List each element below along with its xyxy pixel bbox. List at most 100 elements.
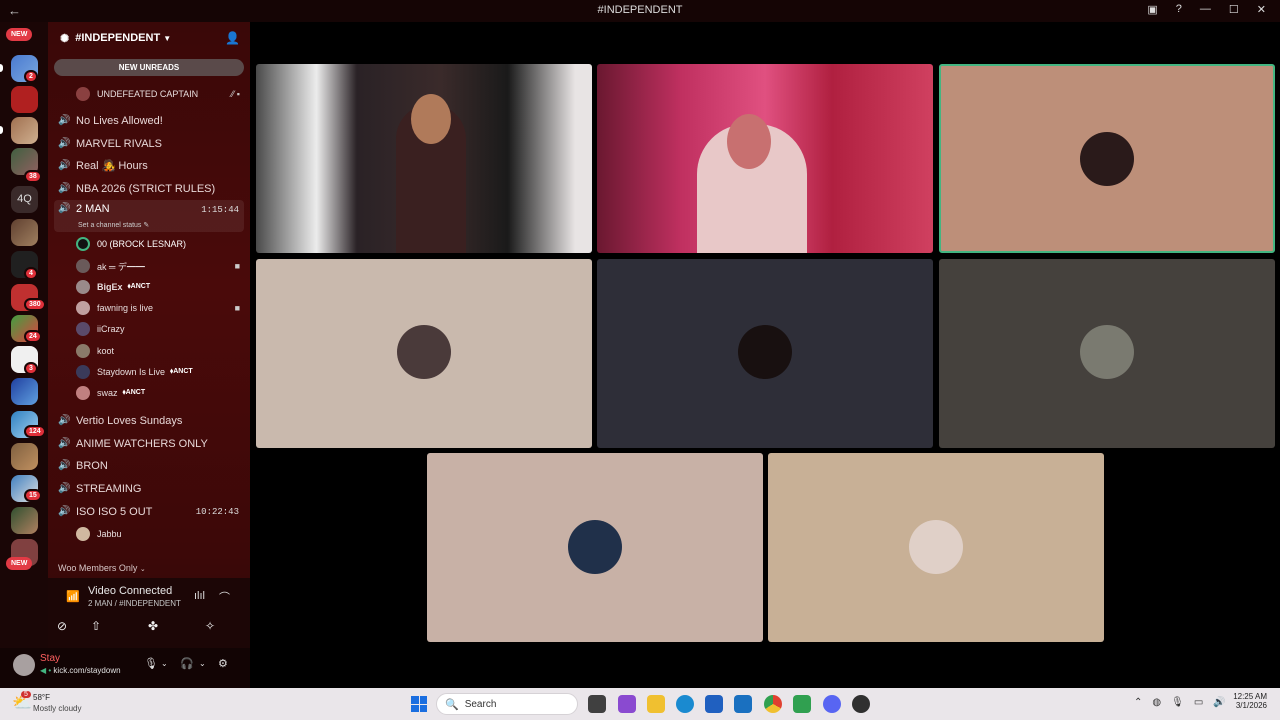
clock[interactable]: 12:25 AM 3/1/2026 (1227, 692, 1267, 710)
voice-channel[interactable]: 🔊 ANIME WATCHERS ONLY (54, 433, 244, 454)
app-icon[interactable] (618, 695, 636, 713)
server-icon[interactable] (11, 219, 38, 246)
video-feed-face (411, 94, 451, 144)
microphone-icon[interactable]: 🎙 (1171, 697, 1184, 708)
voice-user[interactable]: 00 (BROCK LESNAR) (76, 234, 244, 254)
headphones-icon[interactable]: 🎧 (180, 657, 194, 670)
help-icon[interactable]: ? (1176, 3, 1182, 16)
voice-user[interactable]: Staydown Is Live ⬧ANCT (76, 362, 244, 382)
voice-user[interactable]: Jabbu (76, 524, 244, 544)
voice-channel[interactable]: 🔊 Real 🧑‍🎤 Hours (54, 155, 244, 176)
video-tile[interactable] (256, 259, 592, 448)
soundboard-icon: ✧ (204, 619, 216, 633)
connection-signal-icon[interactable]: 📶 (66, 590, 80, 603)
search-placeholder: Search (464, 698, 497, 710)
voice-user[interactable]: ak ═ デ━━ ■ (76, 256, 244, 276)
settings-gear-icon[interactable]: ⚙ (218, 657, 228, 670)
security-icon[interactable]: ◍ (1152, 697, 1161, 708)
voice-user[interactable]: iiCrazy (76, 319, 244, 339)
screen-share-icon[interactable]: ▣ (1147, 3, 1157, 16)
server-icon[interactable] (11, 443, 38, 470)
activities-button[interactable]: ✤ (131, 616, 175, 636)
server-header[interactable]: ✺ #INDEPENDENT ▼ 👤 (48, 22, 250, 54)
voice-channel[interactable]: 🔊 BRON (54, 455, 244, 476)
minimize-button[interactable]: — (1200, 3, 1211, 16)
app-icon[interactable] (852, 695, 870, 713)
voice-channel[interactable]: 🔊 NBA 2026 (STRICT RULES) (54, 178, 244, 199)
display-icon[interactable]: ▭ (1194, 697, 1203, 708)
channel-name: BRON (76, 459, 108, 472)
maximize-button[interactable]: ☐ (1229, 3, 1239, 16)
avatar (76, 322, 90, 336)
discord-icon[interactable] (823, 695, 841, 713)
windows-taskbar: ⛅ 5 58°F Mostly cloudy 🔍 Search ⌃ ◍ 🎙 ▭ 🔊… (0, 688, 1280, 720)
voice-user[interactable]: swaz ⬧ANCT (76, 383, 244, 403)
voice-channel[interactable]: 🔊 ISO ISO 5 OUT 10:22:43 (54, 501, 244, 522)
video-tile[interactable] (427, 453, 763, 642)
avatar[interactable] (13, 654, 35, 676)
chevron-down-icon[interactable]: ⌄ (199, 659, 206, 668)
voice-user[interactable]: koot (76, 341, 244, 361)
user-name: Jabbu (97, 529, 122, 539)
voice-location[interactable]: 2 MAN / #INDEPENDENT (88, 599, 181, 608)
video-tile[interactable] (597, 64, 933, 253)
soundboard-button[interactable]: ✧ (188, 616, 232, 636)
voice-user[interactable]: BigEx ⬧ANCT (76, 277, 244, 297)
video-tile-speaking[interactable] (939, 64, 1275, 253)
volume-icon[interactable]: 🔊 (1213, 697, 1225, 708)
avatar (1080, 325, 1134, 379)
close-button[interactable]: ✕ (1257, 3, 1266, 16)
outlook-icon[interactable] (734, 695, 752, 713)
chevron-down-icon[interactable]: ⌄ (161, 659, 168, 668)
user-name: UNDEFEATED CAPTAIN (97, 89, 199, 99)
task-view-icon[interactable] (588, 695, 606, 713)
screen-share-button[interactable]: ⇧ (74, 616, 118, 636)
edge-browser-icon[interactable] (676, 695, 694, 713)
server-icon[interactable] (11, 86, 38, 113)
unread-pip (0, 64, 3, 72)
chevron-down-icon: ▼ (163, 33, 172, 43)
store-icon[interactable] (705, 695, 723, 713)
category-header[interactable]: Woo Members Only ⌄ (58, 563, 146, 573)
voice-channel[interactable]: 🔊 Vertio Loves Sundays (54, 410, 244, 431)
server-folder[interactable]: 4Q (11, 186, 38, 213)
file-explorer-icon[interactable] (647, 695, 665, 713)
start-button[interactable] (411, 696, 427, 712)
server-icon[interactable] (11, 378, 38, 405)
server-icon[interactable] (11, 507, 38, 534)
voice-channel[interactable]: 🔊 No Lives Allowed! (54, 110, 244, 131)
video-tile[interactable] (597, 259, 933, 448)
app-icon[interactable] (793, 695, 811, 713)
disconnect-icon[interactable]: ⌒ (219, 589, 230, 605)
chevron-up-icon[interactable]: ⌃ (1134, 697, 1142, 708)
speaker-icon: 🔊 (58, 160, 71, 171)
video-tile[interactable] (768, 453, 1104, 642)
microphone-icon[interactable]: 🎙 (144, 657, 158, 670)
channel-status[interactable]: Set a channel status ✎ (78, 221, 149, 229)
voice-channel[interactable]: 🔊 MARVEL RIVALS (54, 133, 244, 154)
noise-suppression-icon[interactable]: ılıl (194, 590, 205, 602)
invite-icon[interactable]: 👤 (225, 31, 240, 45)
clan-tag: ⬧ANCT (170, 368, 193, 375)
voice-user[interactable]: fawning is live ■ (76, 298, 244, 318)
video-tile[interactable] (939, 259, 1275, 448)
video-tile[interactable] (256, 64, 592, 253)
server-badge: 380 (24, 298, 46, 311)
new-unreads-banner[interactable]: NEW UNREADS (54, 59, 244, 76)
voice-channel[interactable]: 🔊 STREAMING (54, 478, 244, 499)
new-pill-top[interactable]: NEW (6, 28, 33, 41)
speaker-icon: 🔊 (58, 438, 71, 449)
new-pill-bottom[interactable]: NEW (6, 557, 33, 570)
avatar (76, 259, 90, 273)
voice-user[interactable]: UNDEFEATED CAPTAIN ⁄⁄ ▪ (76, 84, 244, 104)
channel-name: 2 MAN (76, 203, 110, 215)
server-badge: 3 (24, 362, 38, 375)
avatar (76, 280, 90, 294)
taskbar-search[interactable]: 🔍 Search (436, 693, 578, 715)
user-name: 00 (BROCK LESNAR) (97, 239, 187, 249)
server-icon[interactable] (11, 117, 38, 144)
speaker-icon: 🔊 (58, 415, 71, 426)
pencil-icon: ✎ (143, 222, 150, 229)
channel-name: Real 🧑‍🎤 Hours (76, 160, 148, 172)
chrome-icon[interactable] (764, 695, 782, 713)
